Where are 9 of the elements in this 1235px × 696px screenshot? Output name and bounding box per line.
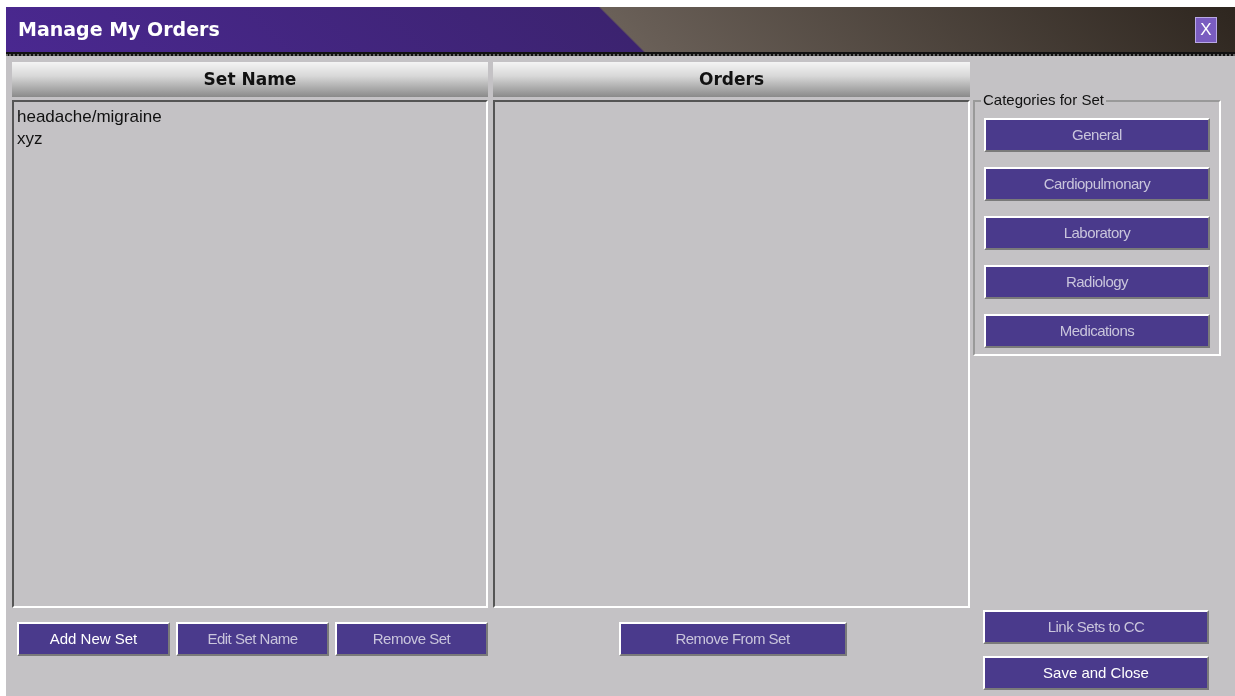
group-title: Categories for Set <box>981 91 1106 109</box>
set-list-item[interactable]: headache/migraine <box>17 106 483 128</box>
close-button[interactable]: X <box>1195 16 1217 43</box>
column-header: Set Name <box>12 62 488 97</box>
window-title: Manage My Orders <box>18 17 220 43</box>
column-header: Orders <box>493 62 970 97</box>
set-list-item[interactable]: xyz <box>17 128 483 150</box>
action-button[interactable]: Add New Set <box>17 622 170 656</box>
action-button[interactable]: Save and Close <box>983 656 1209 690</box>
